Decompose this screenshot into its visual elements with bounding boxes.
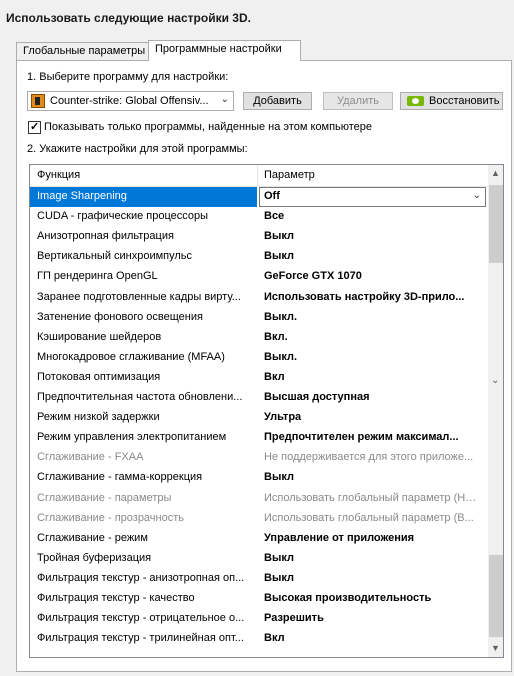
setting-name: Затенение фонового освещения bbox=[37, 310, 203, 323]
page-title: Использовать следующие настройки 3D. bbox=[6, 11, 251, 25]
setting-value: Выкл bbox=[264, 471, 294, 484]
table-row[interactable]: Анизотропная фильтрация Выкл bbox=[30, 227, 488, 247]
setting-value: Ультра bbox=[264, 411, 302, 424]
setting-name: Вертикальный синхроимпульс bbox=[37, 250, 193, 263]
setting-name: Кэширование шейдеров bbox=[37, 330, 162, 343]
step2-label: 2. Укажите настройки для этой программы: bbox=[27, 143, 248, 155]
setting-name: Многокадровое сглаживание (MFAA) bbox=[37, 350, 225, 363]
tab-global-settings[interactable]: Глобальные параметры bbox=[16, 42, 149, 60]
table-row[interactable]: Многокадровое сглаживание (MFAA) Выкл. bbox=[30, 348, 488, 368]
setting-value: Не поддерживается для этого приложе... bbox=[264, 451, 474, 464]
column-header-param[interactable]: Параметр bbox=[264, 169, 315, 181]
setting-value: Высокая производительность bbox=[264, 592, 432, 604]
setting-value: GeForce GTX 1070 bbox=[264, 270, 362, 283]
setting-value: Вкл. bbox=[264, 330, 288, 343]
setting-name: Фильтрация текстур - анизотропная оп... bbox=[37, 571, 245, 584]
table-row[interactable]: Сглаживание - режим Управление от приложе… bbox=[30, 529, 488, 549]
setting-value: Все bbox=[264, 210, 285, 223]
scroll-up-icon[interactable]: ▲ bbox=[491, 168, 500, 178]
setting-name: Потоковая оптимизация bbox=[37, 370, 161, 383]
setting-name: Image Sharpening bbox=[37, 190, 127, 202]
table-row[interactable]: ГП рендеринга OpenGL GeForce GTX 1070 bbox=[30, 267, 488, 287]
setting-value: Off bbox=[264, 190, 280, 202]
scrollbar-track-lower[interactable] bbox=[489, 555, 503, 637]
setting-value: Высшая доступная bbox=[264, 391, 370, 403]
vertical-scrollbar[interactable]: ▲ ⌄ ▼ bbox=[488, 165, 503, 657]
filter-checkbox[interactable] bbox=[28, 120, 41, 134]
setting-name: Сглаживание - гамма-коррекция bbox=[37, 471, 203, 484]
restore-button[interactable]: Восстановить bbox=[400, 92, 503, 110]
setting-name: Режим низкой задержки bbox=[37, 411, 160, 424]
filter-checkbox-label: Показывать только программы, найденные н… bbox=[44, 121, 373, 133]
setting-name: Тройная буферизация bbox=[37, 551, 152, 564]
table-row[interactable]: Затенение фонового освещения Выкл. bbox=[30, 308, 488, 328]
setting-name: Сглаживание - параметры bbox=[37, 491, 172, 504]
setting-value: Управление от приложения bbox=[264, 531, 415, 544]
table-row[interactable]: Режим низкой задержки Ультра bbox=[30, 408, 488, 428]
column-divider[interactable] bbox=[257, 165, 258, 186]
setting-name: Фильтрация текстур - трилинейная опт... bbox=[37, 632, 244, 645]
setting-value: Предпочтителен режим максимал... bbox=[264, 431, 459, 444]
setting-value: Выкл bbox=[264, 551, 294, 564]
setting-value-select[interactable]: Off ⌄ bbox=[259, 187, 486, 207]
setting-value: Вкл bbox=[264, 370, 285, 383]
setting-name: Сглаживание - режим bbox=[37, 531, 148, 544]
program-select-value: Counter-strike: Global Offensiv... bbox=[50, 95, 209, 107]
setting-name: Анизотропная фильтрация bbox=[37, 230, 174, 243]
table-row[interactable]: Потоковая оптимизация Вкл bbox=[30, 368, 488, 388]
table-row[interactable]: Заранее подготовленные кадры вирту... Исп… bbox=[30, 288, 488, 308]
table-row[interactable]: Фильтрация текстур - качество Высокая про… bbox=[30, 589, 488, 609]
column-header-function[interactable]: Функция bbox=[37, 169, 80, 181]
chevron-down-icon: ⌄ bbox=[220, 94, 229, 105]
setting-name: Предпочтительная частота обновлени... bbox=[37, 391, 243, 403]
setting-value: Использовать глобальный параметр (В... bbox=[264, 511, 474, 524]
chevron-down-icon: ⌄ bbox=[472, 190, 481, 201]
table-row[interactable]: Вертикальный синхроимпульс Выкл bbox=[30, 247, 488, 267]
setting-value: Выкл bbox=[264, 571, 294, 584]
remove-button[interactable]: Удалить bbox=[323, 92, 393, 110]
table-row[interactable]: CUDA - графические процессоры Все bbox=[30, 207, 488, 227]
setting-name: Фильтрация текстур - отрицательное о... bbox=[37, 612, 245, 625]
table-row[interactable]: Фильтрация текстур - отрицательное о... Р… bbox=[30, 609, 488, 629]
setting-name: Сглаживание - прозрачность bbox=[37, 511, 185, 524]
table-row[interactable]: Тройная буферизация Выкл bbox=[30, 549, 488, 569]
setting-value: Выкл. bbox=[264, 350, 298, 363]
table-row[interactable]: Фильтрация текстур - трилинейная опт... В… bbox=[30, 629, 488, 649]
settings-grid: Функция Параметр Image Sharpening Off ⌄ CUD… bbox=[29, 164, 504, 658]
setting-value: Использовать настройку 3D-прило... bbox=[264, 290, 465, 303]
table-row[interactable]: Фильтрация текстур - анизотропная оп... В… bbox=[30, 569, 488, 589]
table-row[interactable]: Режим управления электропитанием Предпочт… bbox=[30, 428, 488, 448]
table-row[interactable]: Кэширование шейдеров Вкл. bbox=[30, 328, 488, 348]
table-row[interactable]: Сглаживание - гамма-коррекция Выкл bbox=[30, 468, 488, 488]
setting-value: Выкл bbox=[264, 230, 294, 243]
setting-name: Заранее подготовленные кадры вирту... bbox=[37, 290, 241, 303]
add-button[interactable]: Добавить bbox=[243, 92, 312, 110]
setting-value: Выкл bbox=[264, 250, 294, 263]
grid-header: Функция Параметр bbox=[30, 165, 488, 187]
setting-name: ГП рендеринга OpenGL bbox=[37, 270, 158, 283]
table-row[interactable]: Сглаживание - прозрачность Использовать г… bbox=[30, 509, 488, 529]
scroll-down-icon[interactable]: ▼ bbox=[491, 643, 500, 653]
step1-label: 1. Выберите программу для настройки: bbox=[27, 71, 229, 83]
setting-value: Разрешить bbox=[264, 612, 324, 625]
table-row-selected[interactable]: Image Sharpening Off ⌄ bbox=[30, 187, 488, 207]
setting-name: Сглаживание - FXAA bbox=[37, 451, 144, 464]
setting-name: Режим управления электропитанием bbox=[37, 431, 227, 444]
setting-value: Вкл bbox=[264, 632, 285, 645]
setting-value: Выкл. bbox=[264, 310, 298, 323]
counter-strike-icon bbox=[31, 94, 45, 108]
table-row[interactable]: Сглаживание - FXAA Не поддерживается для … bbox=[30, 448, 488, 468]
tab-program-settings[interactable]: Программные настройки bbox=[148, 40, 301, 61]
table-row[interactable]: Предпочтительная частота обновлени... Выс… bbox=[30, 388, 488, 408]
restore-button-label: Восстановить bbox=[429, 95, 500, 107]
table-row[interactable]: Сглаживание - параметры Использовать глоб… bbox=[30, 489, 488, 509]
nvidia-icon bbox=[407, 96, 424, 106]
setting-value: Использовать глобальный параметр (Нет) bbox=[264, 491, 479, 504]
chevron-down-icon: ⌄ bbox=[491, 375, 500, 386]
scrollbar-thumb[interactable] bbox=[489, 185, 503, 263]
program-select[interactable]: Counter-strike: Global Offensiv... ⌄ bbox=[27, 91, 234, 111]
setting-name: CUDA - графические процессоры bbox=[37, 210, 209, 223]
setting-name: Фильтрация текстур - качество bbox=[37, 592, 195, 604]
